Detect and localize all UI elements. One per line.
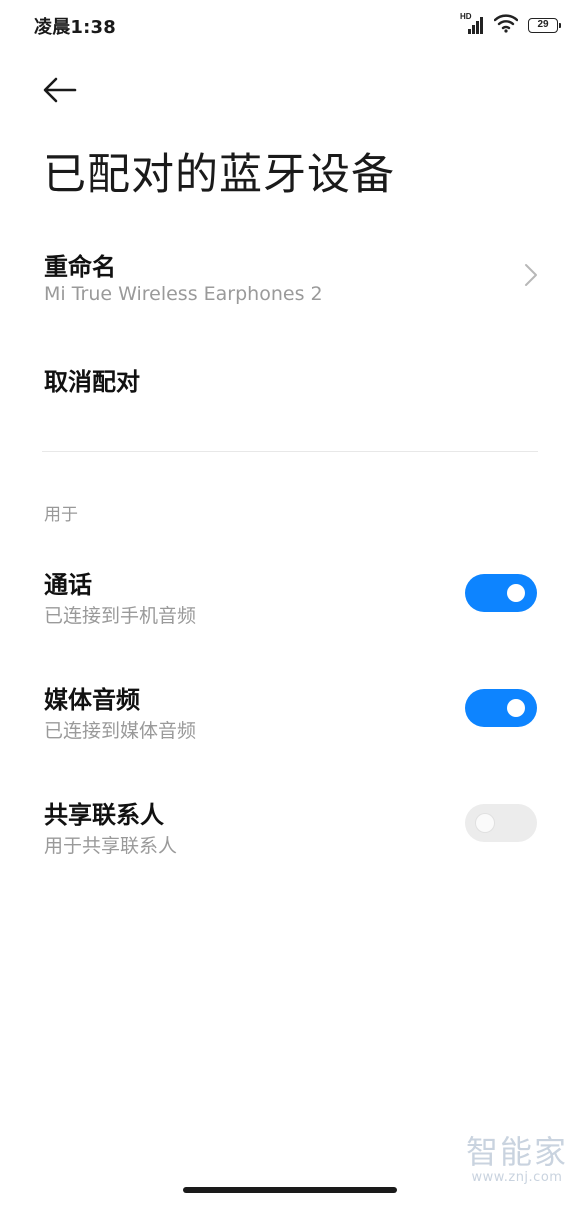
status-icons: HD 29 xyxy=(460,12,561,38)
watermark-url: www.znj.com xyxy=(471,1170,563,1185)
contact-sharing-row[interactable]: 共享联系人 用于共享联系人 xyxy=(0,785,580,865)
calls-row[interactable]: 通话 已连接到手机音频 xyxy=(0,555,580,635)
status-time: 凌晨1:38 xyxy=(34,17,116,38)
back-arrow-icon xyxy=(42,77,78,107)
rename-title: 重命名 xyxy=(44,253,116,281)
toggle-knob xyxy=(476,814,494,832)
toggle-knob xyxy=(507,699,525,717)
unpair-row[interactable]: 取消配对 xyxy=(0,350,580,410)
hd-label: HD xyxy=(460,12,472,21)
page-title: 已配对的蓝牙设备 xyxy=(43,150,395,200)
media-audio-toggle[interactable] xyxy=(465,689,537,727)
home-indicator[interactable] xyxy=(183,1187,397,1193)
media-audio-row[interactable]: 媒体音频 已连接到媒体音频 xyxy=(0,670,580,750)
calls-subtitle: 已连接到手机音频 xyxy=(44,605,197,627)
media-audio-title: 媒体音频 xyxy=(44,686,140,714)
contact-sharing-subtitle: 用于共享联系人 xyxy=(44,835,178,857)
status-bar: 凌晨1:38 HD 29 xyxy=(0,0,580,50)
watermark-logo: 智能家 xyxy=(465,1133,568,1171)
battery-icon: 29 xyxy=(528,17,561,33)
battery-level: 29 xyxy=(537,19,549,30)
contact-sharing-toggle[interactable] xyxy=(465,804,537,842)
unpair-title: 取消配对 xyxy=(44,368,140,396)
chevron-right-icon xyxy=(524,263,538,291)
back-button[interactable] xyxy=(38,72,82,112)
divider xyxy=(42,451,538,452)
calls-toggle[interactable] xyxy=(465,574,537,612)
calls-title: 通话 xyxy=(44,571,92,599)
contact-sharing-title: 共享联系人 xyxy=(44,801,164,829)
cellular-signal-icon: HD xyxy=(460,12,484,36)
section-label: 用于 xyxy=(44,505,78,525)
toggle-knob xyxy=(507,584,525,602)
rename-row[interactable]: 重命名 Mi True Wireless Earphones 2 xyxy=(0,235,580,325)
media-audio-subtitle: 已连接到媒体音频 xyxy=(44,720,197,742)
wifi-icon xyxy=(493,13,519,37)
device-name: Mi True Wireless Earphones 2 xyxy=(44,283,323,305)
watermark: 智能家 www.znj.com xyxy=(466,1136,568,1185)
